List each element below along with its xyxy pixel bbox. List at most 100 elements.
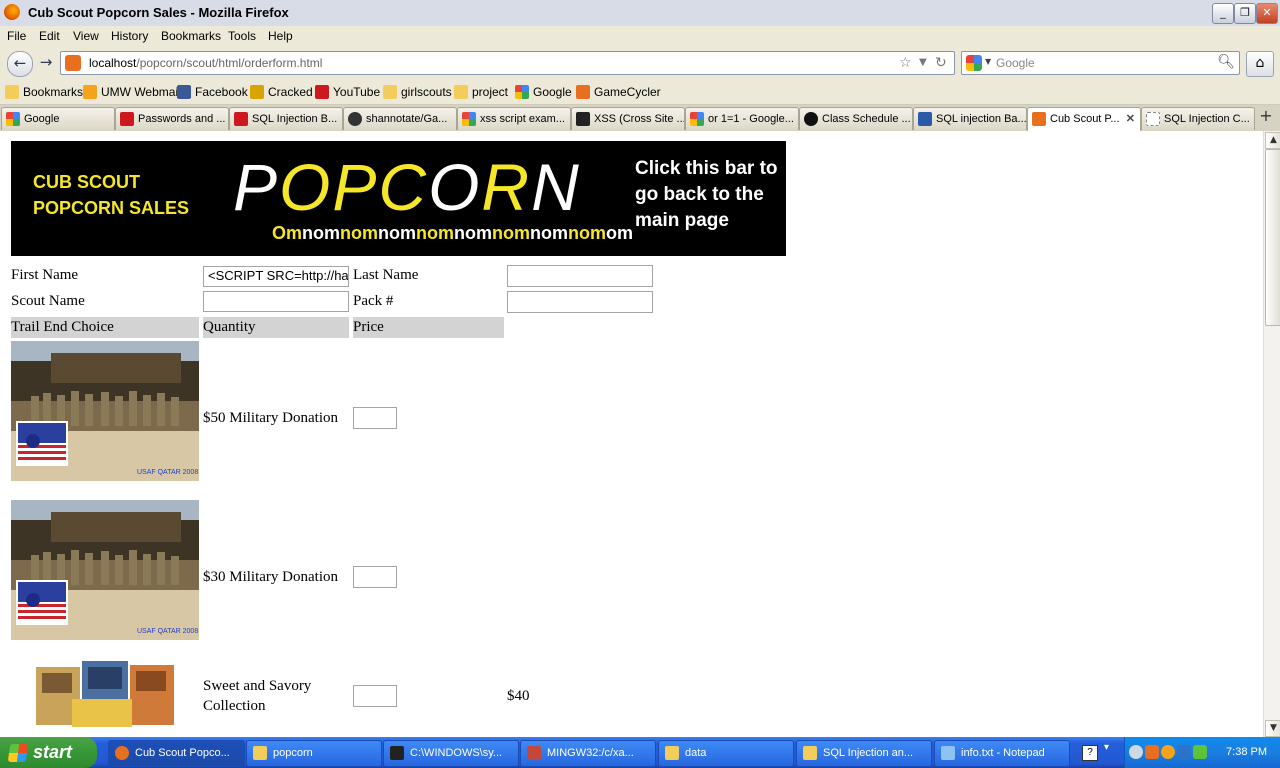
tagline-part: nom bbox=[492, 223, 531, 243]
tab-google[interactable]: Google bbox=[1, 107, 115, 130]
vertical-scrollbar[interactable]: ▲ ▼ bbox=[1263, 131, 1280, 737]
tab-sql-injection-c[interactable]: SQL Injection C... bbox=[1141, 107, 1255, 130]
tab-sql-injection-b[interactable]: SQL Injection B... bbox=[229, 107, 343, 130]
youtube-icon bbox=[315, 85, 329, 99]
bookmark-google[interactable]: Google bbox=[515, 85, 572, 99]
task-label: C:\WINDOWS\sy... bbox=[410, 747, 503, 759]
task-label: info.txt - Notepad bbox=[961, 747, 1045, 759]
quick-launch-arrow-icon[interactable]: ▾ bbox=[1104, 742, 1109, 753]
quantity-field[interactable] bbox=[353, 566, 397, 588]
help-icon[interactable]: ? bbox=[1082, 745, 1098, 761]
bookmark-gamecycler[interactable]: GameCycler bbox=[576, 85, 661, 99]
tray-arrow-icon[interactable] bbox=[1129, 745, 1143, 759]
url-path: /popcorn/scout/html/orderform.html bbox=[136, 56, 323, 70]
bookmark-umw-webmail[interactable]: UMW Webmail bbox=[83, 85, 181, 99]
header-quantity: Quantity bbox=[203, 317, 349, 338]
bookmark-girlscouts[interactable]: girlscouts bbox=[383, 85, 452, 99]
bookmark-label: Bookmarks bbox=[23, 85, 84, 99]
taskbar-item-sql-folder[interactable]: SQL Injection an... bbox=[796, 740, 932, 767]
tab-label: Cub Scout P... bbox=[1050, 113, 1120, 125]
tab-shannotate[interactable]: shannotate/Ga... bbox=[343, 107, 457, 130]
scroll-down-icon[interactable]: ▼ bbox=[1265, 720, 1280, 737]
banner-home-link[interactable]: CUB SCOUT POPCORN SALES POPCORN Omnomnom… bbox=[11, 141, 786, 256]
tab-label: XSS (Cross Site ... bbox=[594, 113, 685, 125]
github-icon bbox=[348, 112, 362, 126]
tab-xss-script[interactable]: xss script exam... bbox=[457, 107, 571, 130]
taskbar-item-popcorn-folder[interactable]: popcorn bbox=[246, 740, 382, 767]
banner-right-line: go back to the bbox=[635, 184, 764, 205]
home-button[interactable]: ⌂ bbox=[1246, 51, 1274, 77]
menu-help[interactable]: Help bbox=[268, 29, 293, 43]
youtube-icon bbox=[120, 112, 134, 126]
tray-app-icon[interactable] bbox=[1161, 745, 1175, 759]
taskbar-item-data-folder[interactable]: data bbox=[658, 740, 794, 767]
quantity-field[interactable] bbox=[353, 407, 397, 429]
banner-left-text: CUB SCOUT POPCORN SALES bbox=[33, 169, 189, 221]
scroll-thumb[interactable] bbox=[1265, 149, 1280, 326]
google-icon bbox=[462, 112, 476, 126]
command-prompt-icon bbox=[390, 746, 404, 760]
banner-popcorn-sales: POPCORN SALES bbox=[33, 198, 190, 218]
google-search-engine-icon[interactable] bbox=[966, 55, 982, 71]
tagline-part: nom bbox=[530, 223, 569, 243]
search-engine-dropdown-icon[interactable]: ▼ bbox=[985, 57, 991, 66]
google-icon bbox=[690, 112, 704, 126]
last-name-field[interactable] bbox=[507, 265, 653, 287]
url-bar[interactable]: localhost/popcorn/scout/html/orderform.h… bbox=[60, 51, 955, 75]
taskbar-item-cmd[interactable]: C:\WINDOWS\sy... bbox=[383, 740, 519, 767]
new-tab-button[interactable]: + bbox=[1255, 106, 1277, 128]
close-tab-icon[interactable]: ✕ bbox=[1126, 112, 1135, 125]
tab-cub-scout-popcorn[interactable]: Cub Scout P... ✕ bbox=[1027, 107, 1141, 132]
site-identity-icon[interactable] bbox=[65, 55, 81, 71]
search-bar[interactable]: ▼ Google 🔍︎ bbox=[961, 51, 1240, 75]
back-button[interactable]: ← bbox=[7, 51, 33, 77]
logo-letter: R bbox=[481, 150, 532, 224]
menu-bookmarks[interactable]: Bookmarks bbox=[161, 29, 221, 43]
menu-tools[interactable]: Tools bbox=[228, 29, 256, 43]
youtube-icon bbox=[234, 112, 248, 126]
task-label: Cub Scout Popco... bbox=[135, 747, 230, 759]
menu-view[interactable]: View bbox=[73, 29, 99, 43]
maximize-button[interactable]: ❐ bbox=[1234, 3, 1256, 24]
bookmark-bookmarks[interactable]: Bookmarks bbox=[5, 85, 83, 99]
first-name-field[interactable]: <SCRIPT SRC=http://ha bbox=[203, 266, 349, 287]
menu-file[interactable]: File bbox=[7, 29, 26, 43]
pack-number-field[interactable] bbox=[507, 291, 653, 313]
dropdown-arrow-icon[interactable]: ▼ bbox=[919, 57, 927, 68]
star-icon[interactable]: ☆ bbox=[899, 55, 912, 71]
scroll-up-icon[interactable]: ▲ bbox=[1265, 132, 1280, 149]
tab-xss-cross-site[interactable]: XSS (Cross Site ... bbox=[571, 107, 685, 130]
military-donation-photo: USAF QATAR 2008 bbox=[11, 500, 199, 640]
tab-sql-injection-ba[interactable]: SQL injection Ba... bbox=[913, 107, 1027, 130]
wifi-signal-icon[interactable] bbox=[1193, 745, 1207, 759]
taskbar-item-mingw[interactable]: MINGW32:/c/xa... bbox=[520, 740, 656, 767]
taskbar-item-firefox[interactable]: Cub Scout Popco... bbox=[108, 740, 245, 767]
tab-or-1-1[interactable]: or 1=1 - Google... bbox=[685, 107, 799, 130]
url-text[interactable]: localhost/popcorn/scout/html/orderform.h… bbox=[89, 56, 322, 70]
xampp-tray-icon[interactable] bbox=[1145, 745, 1159, 759]
tab-passwords[interactable]: Passwords and ... bbox=[115, 107, 229, 130]
search-icon[interactable]: 🔍︎ bbox=[1217, 54, 1235, 70]
network-tray-icon[interactable] bbox=[1177, 745, 1191, 759]
bookmark-cracked[interactable]: Cracked bbox=[250, 85, 313, 99]
bookmark-youtube[interactable]: YouTube bbox=[315, 85, 380, 99]
menu-edit[interactable]: Edit bbox=[39, 29, 60, 43]
troops-photo: USAF QATAR 2008 bbox=[11, 341, 199, 481]
bookmark-facebook[interactable]: Facebook bbox=[177, 85, 248, 99]
start-button[interactable]: start bbox=[0, 737, 97, 768]
minimize-button[interactable]: _ bbox=[1212, 3, 1234, 24]
bookmark-project[interactable]: project bbox=[454, 85, 508, 99]
menu-history[interactable]: History bbox=[111, 29, 148, 43]
close-button[interactable]: ✕ bbox=[1256, 3, 1278, 24]
forward-button[interactable]: → bbox=[34, 51, 58, 75]
reload-icon[interactable]: ↻ bbox=[935, 55, 947, 71]
quantity-field[interactable] bbox=[353, 685, 397, 707]
tab-label: xss script exam... bbox=[480, 113, 565, 125]
scout-name-field[interactable] bbox=[203, 291, 349, 312]
taskbar-item-notepad[interactable]: info.txt - Notepad bbox=[934, 740, 1070, 767]
tab-label: or 1=1 - Google... bbox=[708, 113, 794, 125]
google-icon bbox=[6, 112, 20, 126]
item-name-line1: Sweet and Savory bbox=[203, 678, 312, 694]
title-bar: Cub Scout Popcorn Sales - Mozilla Firefo… bbox=[0, 0, 1280, 27]
tab-class-schedule[interactable]: Class Schedule ... bbox=[799, 107, 913, 130]
